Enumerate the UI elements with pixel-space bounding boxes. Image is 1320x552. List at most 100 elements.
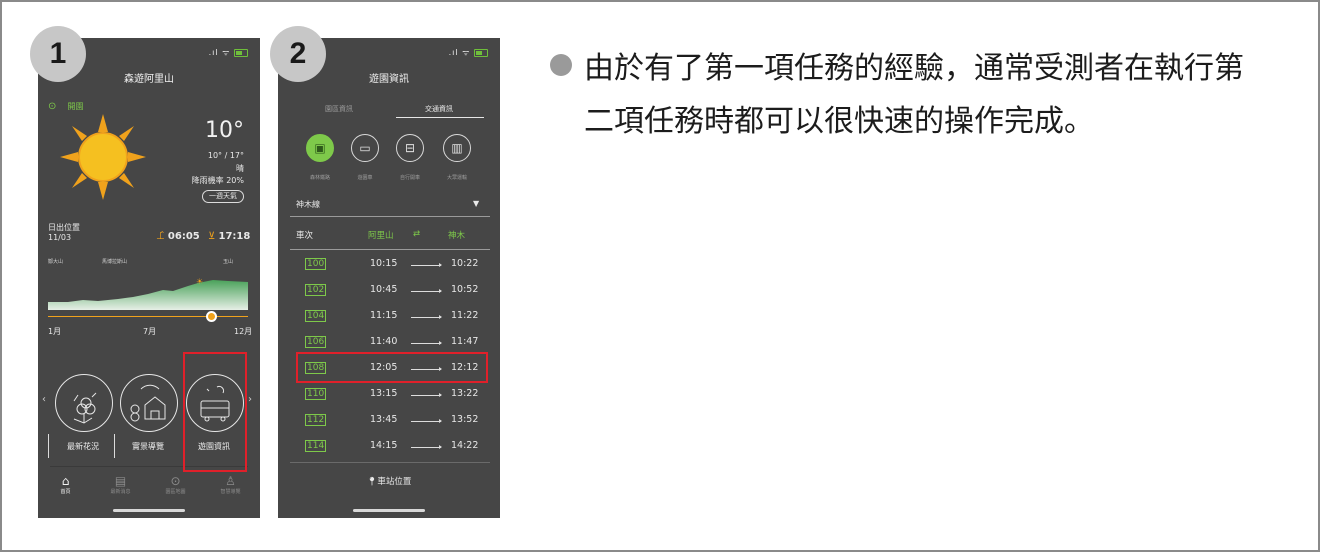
sunset-arrow-icon: ⊻ — [208, 231, 216, 242]
tour-category-button[interactable] — [120, 374, 178, 432]
timeline-track — [48, 316, 248, 317]
arrow-icon — [411, 341, 442, 345]
line-select[interactable]: 神木線 — [296, 199, 320, 210]
category-label-tour[interactable]: 實景導覽 — [118, 441, 178, 452]
home-indicator — [113, 509, 185, 512]
description-text: 由於有了第一項任務的經驗，通常受測者在執行第二項任務時都可以很快速的操作完成。 — [584, 51, 1244, 139]
rain-chance: 降雨機率 20% — [191, 176, 244, 185]
table-row: 110 13:15 13:22 — [278, 381, 500, 407]
battery-icon-2 — [474, 48, 488, 57]
battery-icon — [234, 48, 248, 57]
swap-direction-icon[interactable]: ⇄ — [413, 229, 420, 239]
svg-text:☀: ☀ — [196, 277, 203, 286]
train-number: 100 — [305, 258, 327, 270]
flower-icon — [73, 392, 97, 424]
flower-category-button[interactable] — [55, 374, 113, 432]
departure-time: 13:45 — [370, 414, 398, 425]
public-transit-button[interactable]: ▥ — [443, 134, 471, 162]
sunrise-arrow-icon: ⊥̂ — [156, 231, 165, 242]
temp-range: 10° / 17° — [207, 151, 244, 160]
home-icon: ⌂ — [61, 474, 70, 488]
status-icons-2: .ıl ᯤ — [449, 47, 488, 58]
figure-frame: 1 .ıl ᯤ 森遊阿里山 ⊙ 開園 10° 10° / 17° 晴 降雨機率 … — [0, 0, 1320, 552]
park-bus-button[interactable]: ▭ — [351, 134, 379, 162]
sunrise-time: ⊥̂ 06:05 — [156, 231, 200, 242]
chevron-left-icon[interactable]: ‹ — [42, 394, 46, 405]
table-row: 102 10:45 10:52 — [278, 277, 500, 303]
tab-home[interactable]: ⌂ 首頁 — [38, 474, 93, 495]
tab-map[interactable]: ⊙ 園區地圖 — [148, 474, 203, 495]
arrow-icon — [411, 419, 442, 423]
transport-label-bus: 遊園車 — [357, 175, 373, 181]
sunset-time: ⊻ 17:18 — [208, 231, 251, 242]
sun-icon — [60, 114, 146, 200]
arrow-icon — [411, 263, 442, 267]
timeline-slider-handle[interactable] — [206, 311, 217, 322]
location-pin-icon: 📍︎ — [366, 477, 378, 487]
select-underline — [290, 216, 490, 217]
arrow-icon — [411, 315, 442, 319]
step-badge-1: 1 — [30, 26, 86, 82]
arrival-time: 11:47 — [451, 336, 479, 347]
mountain-profile-graphic: ☀ — [48, 277, 248, 310]
phone-screen-home: .ıl ᯤ 森遊阿里山 ⊙ 開園 10° 10° / 17° 晴 降雨機率 20… — [38, 38, 260, 518]
table-row: 112 13:45 13:52 — [278, 407, 500, 433]
dropdown-caret-icon[interactable]: ▼ — [473, 199, 479, 208]
train-number: 106 — [305, 336, 327, 348]
train-number: 114 — [305, 440, 327, 452]
peak-label-1: 鄒大山 — [48, 259, 64, 265]
month-label-mid: 7月 — [143, 327, 157, 336]
station-location-button[interactable]: 📍︎車站位置 — [278, 475, 500, 487]
self-drive-button[interactable]: ⊟ — [396, 134, 424, 162]
tab-park-info[interactable]: 園區資訊 — [292, 104, 386, 114]
active-tab-indicator — [396, 117, 484, 118]
highlight-park-info — [183, 352, 247, 472]
departure-time: 10:15 — [370, 258, 398, 269]
category-label-flowers[interactable]: 最新花況 — [53, 441, 113, 452]
chevron-right-icon[interactable]: › — [248, 394, 252, 405]
divider-mid — [114, 434, 115, 458]
arrival-time: 13:52 — [451, 414, 479, 425]
peak-label-3: 玉山 — [223, 259, 234, 265]
date: 11/03 — [48, 233, 72, 242]
arrow-icon — [411, 393, 442, 397]
week-weather-button[interactable]: 一週天氣 — [202, 190, 244, 203]
header-underline — [290, 249, 490, 250]
coach-icon: ▥ — [451, 141, 463, 155]
car-icon: ⊟ — [404, 141, 416, 155]
phone-screen-transport: .ıl ᯤ 遊園資訊 園區資訊 交通資訊 ▣ ▭ ⊟ ▥ 森林鐵路 遊園車 自行… — [278, 38, 500, 518]
arrival-time: 11:22 — [451, 310, 479, 321]
arrival-time: 14:22 — [451, 440, 479, 451]
tab-guide[interactable]: ♙ 智慧導覽 — [203, 474, 258, 495]
train-number: 110 — [305, 388, 327, 400]
arrival-time: 13:22 — [451, 388, 479, 399]
departure-time: 14:15 — [370, 440, 398, 451]
table-row: 100 10:15 10:22 — [278, 251, 500, 277]
transport-label-railway: 森林鐵路 — [309, 175, 330, 181]
cabin-icon — [130, 384, 166, 422]
header-from-station: 阿里山 — [368, 231, 394, 241]
highlight-train-108 — [296, 352, 488, 383]
train-number: 104 — [305, 310, 327, 322]
bullet-dot — [550, 54, 572, 76]
train-number: 102 — [305, 284, 327, 296]
step-badge-2: 2 — [270, 26, 326, 82]
open-status: ⊙ 開園 — [48, 94, 83, 113]
transport-label-transit: 大眾運輸 — [446, 175, 467, 181]
news-icon: ▤ — [114, 474, 127, 488]
forest-railway-button[interactable]: ▣ — [306, 134, 334, 162]
tab-transport-info[interactable]: 交通資訊 — [392, 104, 486, 114]
arrow-icon — [411, 445, 442, 449]
check-circle-icon: ⊙ — [48, 101, 57, 112]
weather-desc: 晴 — [236, 164, 244, 173]
divider-left — [48, 434, 49, 458]
peak-label-2: 馬博拉斯山 — [102, 259, 128, 265]
departure-time: 11:15 — [370, 310, 398, 321]
tab-news[interactable]: ▤ 最新消息 — [93, 474, 148, 495]
arrival-time: 10:22 — [451, 258, 479, 269]
header-train-no: 車次 — [296, 231, 314, 241]
map-pin-icon: ⊙ — [170, 474, 181, 488]
header-to-station: 神木 — [448, 231, 466, 241]
status-icons: .ıl ᯤ — [209, 47, 248, 58]
temperature: 10° — [205, 118, 244, 143]
